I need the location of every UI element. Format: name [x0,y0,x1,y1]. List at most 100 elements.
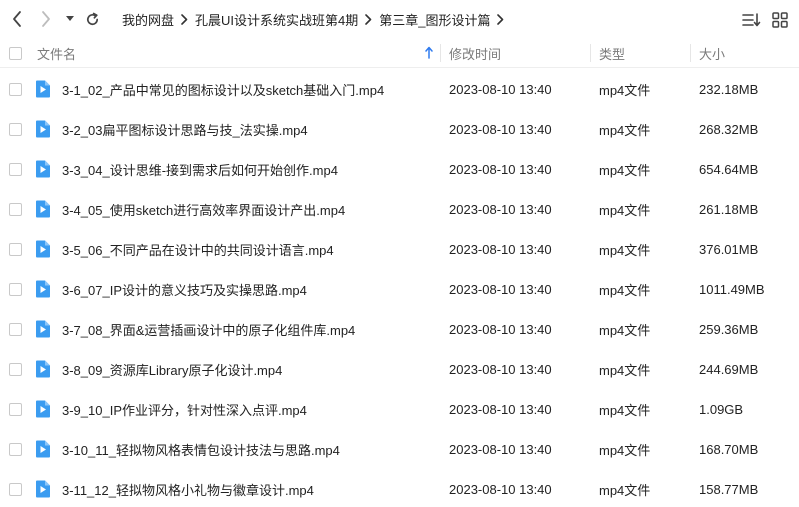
file-size: 232.18MB [699,81,759,97]
file-type: mp4文件 [599,82,651,98]
file-size: 1.09GB [699,401,744,417]
file-name[interactable]: 3-3_04_设计思维-接到需求后如何开始创作.mp4 [62,149,338,189]
breadcrumb-separator-icon [365,13,372,25]
row-checkbox[interactable] [9,403,22,416]
grid-view-icon [772,12,788,28]
file-row[interactable]: 3-11_12_轻拟物风格小礼物与徽章设计.mp4 2023-08-10 13:4… [0,469,799,507]
file-name[interactable]: 3-4_05_使用sketch进行高效率界面设计产出.mp4 [62,189,345,229]
row-checkbox[interactable] [9,483,22,496]
file-modified-time: 2023-08-10 13:40 [449,81,552,97]
column-divider[interactable] [590,44,591,62]
breadcrumb-separator-icon [181,13,188,25]
file-size: 654.64MB [699,161,759,177]
file-row[interactable]: 3-10_11_轻拟物风格表情包设计技法与思路.mp4 2023-08-10 13… [0,429,799,469]
file-name[interactable]: 3-8_09_资源库Library原子化设计.mp4 [62,349,282,389]
file-modified-time: 2023-08-10 13:40 [449,281,552,297]
video-file-icon [34,200,51,218]
select-all-checkbox[interactable] [9,47,22,60]
row-checkbox[interactable] [9,363,22,376]
caret-down-icon [66,16,74,21]
file-type: mp4文件 [599,282,651,298]
breadcrumb-item-course[interactable]: 孔晨UI设计系统实战班第4期 [195,10,358,29]
breadcrumb-item-root[interactable]: 我的网盘 [122,10,174,29]
file-name[interactable]: 3-1_02_产品中常见的图标设计以及sketch基础入门.mp4 [62,69,384,109]
video-file-icon [34,120,51,138]
file-row[interactable]: 3-6_07_IP设计的意义技巧及实操思路.mp4 2023-08-10 13:4… [0,269,799,309]
top-toolbar: 我的网盘 孔晨UI设计系统实战班第4期 第三章_图形设计篇 [0,0,799,38]
file-modified-time: 2023-08-10 13:40 [449,321,552,337]
sort-ascending-icon[interactable] [425,46,433,59]
breadcrumb: 我的网盘 孔晨UI设计系统实战班第4期 第三章_图形设计篇 [122,10,511,28]
back-button[interactable] [7,8,27,30]
row-checkbox[interactable] [9,243,22,256]
forward-button[interactable] [36,8,56,30]
file-row[interactable]: 3-8_09_资源库Library原子化设计.mp4 2023-08-10 13:… [0,349,799,389]
file-modified-time: 2023-08-10 13:40 [449,121,552,137]
row-checkbox[interactable] [9,163,22,176]
video-file-icon [34,160,51,178]
file-list-header: 文件名 修改时间 类型 大小 [0,38,799,68]
file-type: mp4文件 [599,162,651,178]
file-name[interactable]: 3-9_10_IP作业评分，针对性深入点评.mp4 [62,389,307,429]
file-list: 3-1_02_产品中常见的图标设计以及sketch基础入门.mp4 2023-08… [0,69,799,507]
file-name[interactable]: 3-7_08_界面&运营插画设计中的原子化组件库.mp4 [62,309,355,349]
file-size: 268.32MB [699,121,759,137]
file-size: 158.77MB [699,481,759,497]
row-checkbox[interactable] [9,203,22,216]
file-modified-time: 2023-08-10 13:40 [449,161,552,177]
file-modified-time: 2023-08-10 13:40 [449,441,552,457]
file-type: mp4文件 [599,362,651,378]
file-size: 261.18MB [699,201,759,217]
column-header-modified[interactable]: 修改时间 [449,38,501,68]
chevron-right-icon [42,11,50,27]
file-row[interactable]: 3-7_08_界面&运营插画设计中的原子化组件库.mp4 2023-08-10 1… [0,309,799,349]
column-divider[interactable] [440,44,441,62]
file-size: 244.69MB [699,361,759,377]
file-row[interactable]: 3-2_03扁平图标设计思路与技_法实操.mp4 2023-08-10 13:40… [0,109,799,149]
file-type: mp4文件 [599,402,651,418]
column-divider[interactable] [690,44,691,62]
file-type: mp4文件 [599,122,651,138]
row-checkbox[interactable] [9,443,22,456]
file-type: mp4文件 [599,442,651,458]
file-type: mp4文件 [599,322,651,338]
column-header-size[interactable]: 大小 [699,38,725,68]
row-checkbox[interactable] [9,83,22,96]
file-row[interactable]: 3-4_05_使用sketch进行高效率界面设计产出.mp4 2023-08-10… [0,189,799,229]
sort-button[interactable] [741,10,761,30]
file-name[interactable]: 3-10_11_轻拟物风格表情包设计技法与思路.mp4 [62,429,340,469]
file-name[interactable]: 3-6_07_IP设计的意义技巧及实操思路.mp4 [62,269,307,309]
video-file-icon [34,280,51,298]
file-name[interactable]: 3-5_06_不同产品在设计中的共同设计语言.mp4 [62,229,334,269]
file-row[interactable]: 3-1_02_产品中常见的图标设计以及sketch基础入门.mp4 2023-08… [0,69,799,109]
video-file-icon [34,400,51,418]
column-header-type[interactable]: 类型 [599,38,625,68]
file-size: 376.01MB [699,241,759,257]
file-type: mp4文件 [599,482,651,498]
video-file-icon [34,240,51,258]
breadcrumb-item-current[interactable]: 第三章_图形设计篇 [379,10,490,29]
refresh-button[interactable] [82,8,102,30]
refresh-icon [86,12,98,25]
breadcrumb-separator-icon [497,13,504,25]
column-header-name[interactable]: 文件名 [37,38,76,68]
file-name[interactable]: 3-2_03扁平图标设计思路与技_法实操.mp4 [62,109,308,149]
file-modified-time: 2023-08-10 13:40 [449,481,552,497]
video-file-icon [34,480,51,498]
file-modified-time: 2023-08-10 13:40 [449,241,552,257]
grid-view-button[interactable] [770,10,790,30]
file-type: mp4文件 [599,242,651,258]
file-row[interactable]: 3-3_04_设计思维-接到需求后如何开始创作.mp4 2023-08-10 13… [0,149,799,189]
history-dropdown-button[interactable] [63,8,77,30]
file-name[interactable]: 3-11_12_轻拟物风格小礼物与徽章设计.mp4 [62,469,314,507]
row-checkbox[interactable] [9,123,22,136]
video-file-icon [34,360,51,378]
file-row[interactable]: 3-5_06_不同产品在设计中的共同设计语言.mp4 2023-08-10 13:… [0,229,799,269]
video-file-icon [34,320,51,338]
sort-list-icon [741,13,760,27]
file-row[interactable]: 3-9_10_IP作业评分，针对性深入点评.mp4 2023-08-10 13:4… [0,389,799,429]
row-checkbox[interactable] [9,283,22,296]
file-modified-time: 2023-08-10 13:40 [449,401,552,417]
row-checkbox[interactable] [9,323,22,336]
file-type: mp4文件 [599,202,651,218]
